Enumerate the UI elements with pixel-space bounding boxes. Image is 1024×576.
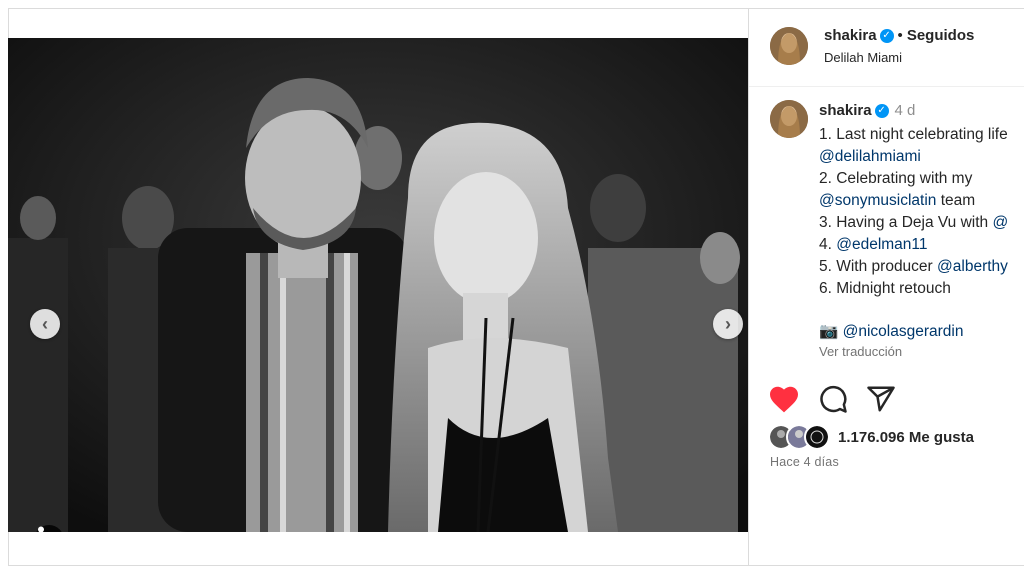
verified-badge-icon: ✓ (879, 29, 894, 44)
credit-mention[interactable]: @nicolasgerardin (843, 323, 964, 340)
caption-area: shakira ✓ 4 d 1. Last night celebrating li… (749, 86, 1024, 366)
caption-mention[interactable]: @ (992, 214, 1008, 231)
caption-line: 5. With producer @alberthy (819, 256, 1008, 278)
photo-credit: 📷 @nicolasgerardin (819, 322, 963, 341)
caption-line: 6. Midnight retouch (819, 278, 1008, 300)
caption-line-text: 2. Celebrating with my (819, 170, 973, 187)
caption-text: 1. Last night celebrating life @delilahmi… (819, 124, 1008, 300)
see-translation-link[interactable]: Ver traducción (819, 344, 902, 359)
caption-line: 4. @edelman11 (819, 234, 1008, 256)
follow-status-button[interactable]: Seguidos (907, 27, 975, 44)
caption-line: 3. Having a Deja Vu with @ (819, 212, 1008, 234)
share-icon[interactable] (866, 384, 896, 414)
likes-count[interactable]: 1.176.096 Me gusta (838, 429, 974, 446)
photo (8, 38, 748, 532)
author-avatar[interactable] (770, 27, 808, 65)
next-slide-button[interactable]: › (713, 309, 743, 339)
caption-mention[interactable]: @alberthy (937, 258, 1008, 275)
caption-line-text: 4. (819, 236, 837, 253)
avatar-image (770, 100, 808, 138)
heart-icon[interactable] (768, 384, 800, 414)
action-bar (768, 384, 896, 414)
user-icon (38, 526, 44, 532)
caption-time: 4 d (894, 102, 916, 119)
caption-line: @delilahmiami (819, 146, 1008, 168)
post-timestamp[interactable]: Hace 4 días (770, 455, 839, 469)
caption-line-suffix: team (936, 192, 976, 209)
caption-line-text: 3. Having a Deja Vu with (819, 214, 993, 231)
caption-header: shakira ✓ 4 d (819, 102, 915, 119)
liker-avatar[interactable] (804, 424, 830, 450)
caption-mention[interactable]: @delilahmiami (819, 148, 921, 165)
caption-line: 2. Celebrating with my (819, 168, 1008, 190)
chevron-right-icon: › (725, 313, 731, 334)
post-location[interactable]: Delilah Miami (824, 50, 902, 65)
likes-row: 1.176.096 Me gusta (768, 424, 974, 450)
previous-slide-button[interactable]: ‹ (30, 309, 60, 339)
caption-line-text: 6. Midnight retouch (819, 280, 951, 297)
separator-dot: • (897, 27, 903, 44)
camera-icon: 📷 (819, 323, 839, 340)
post-header: shakira ✓ • Seguidos Delilah Miami (749, 8, 1024, 87)
caption-line: @sonymusiclatin team (819, 190, 1008, 212)
caption-line-text: 1. Last night celebrating life (819, 126, 1008, 143)
caption-avatar[interactable] (770, 100, 808, 138)
caption-mention[interactable]: @edelman11 (836, 236, 927, 253)
post-media[interactable]: ‹ › (8, 38, 748, 532)
verified-badge-icon: ✓ (874, 104, 889, 119)
caption-line-text: 5. With producer (819, 258, 938, 275)
header-line: shakira ✓ • Seguidos (824, 27, 974, 44)
chevron-left-icon: ‹ (42, 313, 48, 334)
author-username[interactable]: shakira (824, 27, 877, 44)
caption-line: 1. Last night celebrating life (819, 124, 1008, 146)
caption-mention[interactable]: @sonymusiclatin (819, 192, 936, 209)
caption-username[interactable]: shakira (819, 102, 872, 119)
avatar-image (770, 27, 808, 65)
comment-icon[interactable] (818, 384, 848, 414)
